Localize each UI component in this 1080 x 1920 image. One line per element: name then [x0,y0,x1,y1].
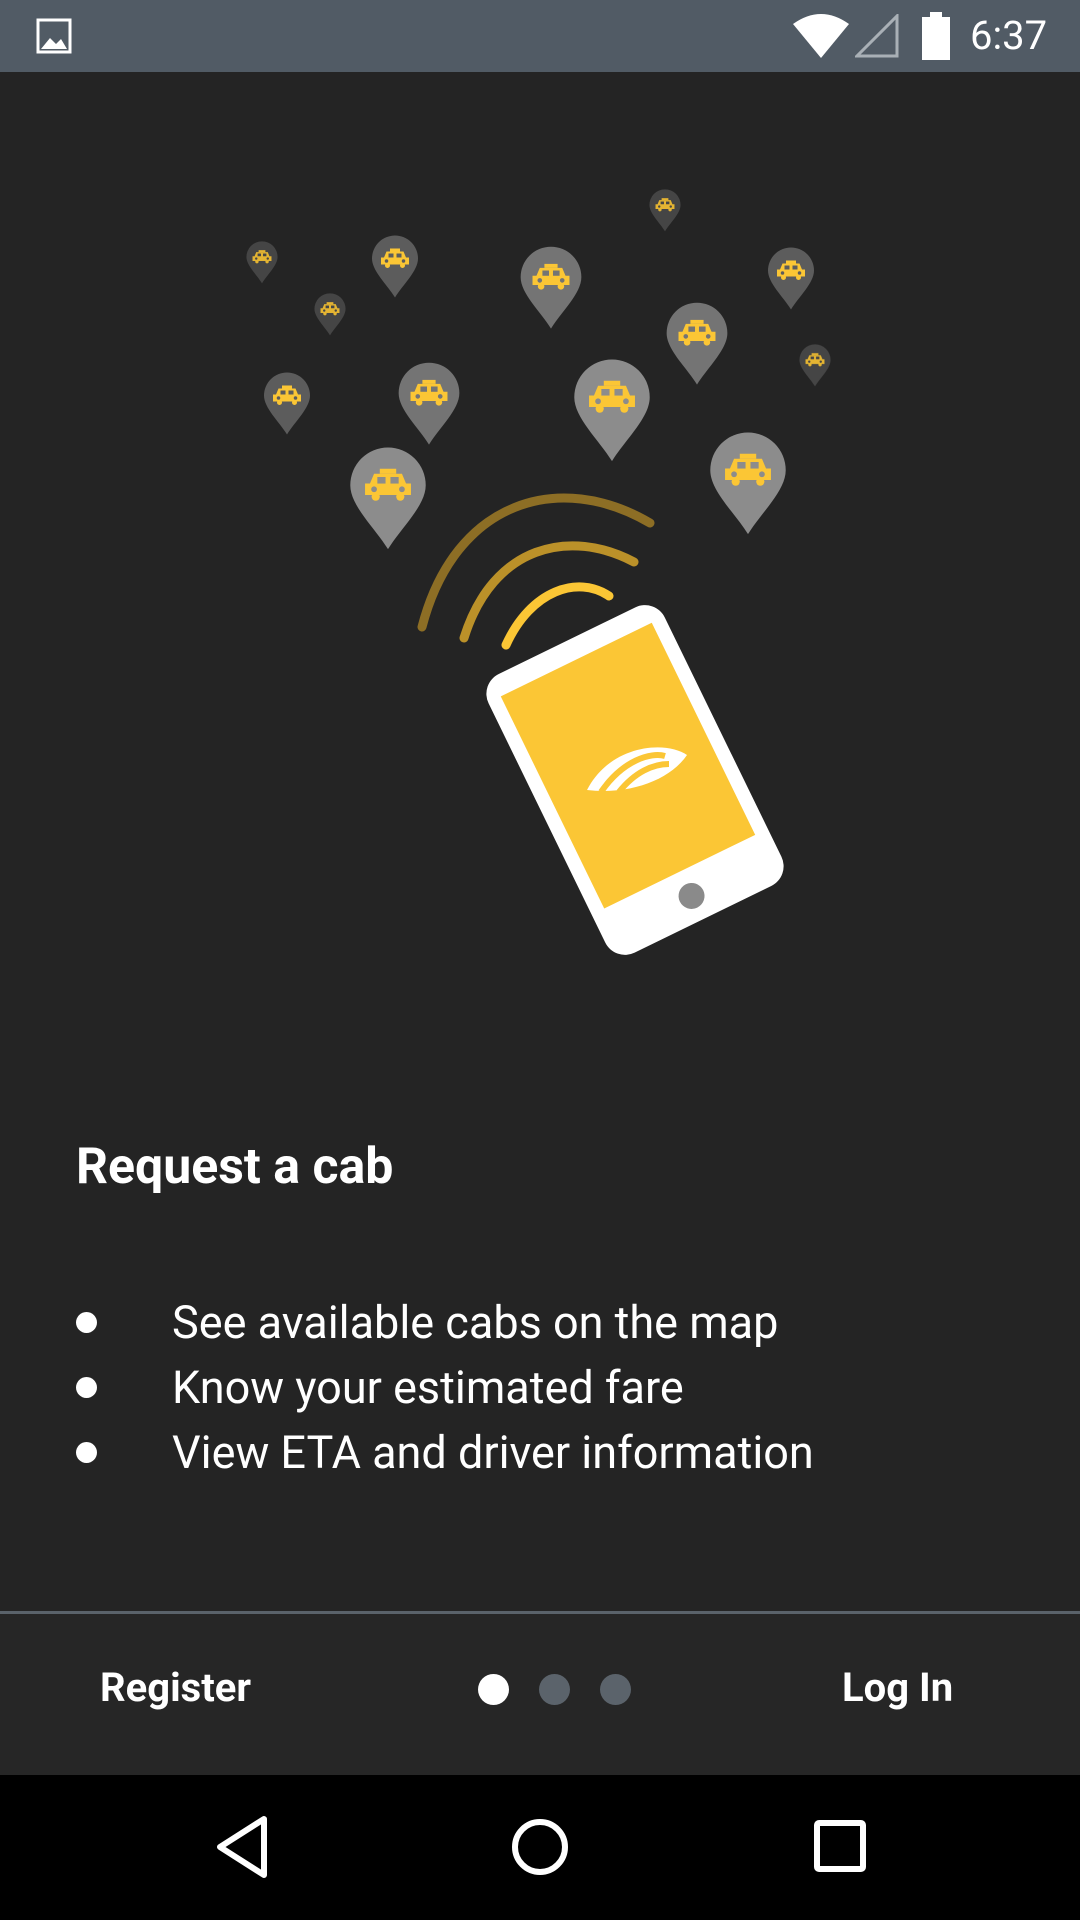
page-title: Request a cab [76,1138,394,1196]
battery-icon [922,12,950,60]
status-bar: 6:37 [0,0,1080,72]
bullet-icon [76,1377,97,1398]
back-icon[interactable] [214,1815,270,1879]
system-nav-bar [0,1775,1080,1920]
phone-icon [486,605,784,955]
app-screen: 6:37 Request a cab See available cabs on… [0,0,1080,1920]
login-button[interactable]: Log In [842,1648,953,1728]
register-button[interactable]: Register [100,1648,251,1728]
wifi-icon [793,14,849,58]
list-item: See available cabs on the map [76,1290,1026,1355]
request-cab-illustration [246,189,831,955]
feature-text: View ETA and driver information [172,1426,814,1479]
bullet-icon [76,1312,97,1333]
list-item: View ETA and driver information [76,1420,1026,1485]
feature-text: See available cabs on the map [172,1296,779,1349]
onboarding-bottom-bar: Register Log In [0,1611,1080,1778]
cab-pin-icon [398,246,728,445]
image-icon [36,18,72,54]
home-icon[interactable] [510,1815,570,1879]
feature-list: See available cabs on the map Know your … [76,1290,1026,1485]
signal-icon [855,14,899,58]
page-dot-active[interactable] [478,1674,509,1705]
feature-text: Know your estimated fare [172,1361,684,1414]
page-dot[interactable] [600,1674,631,1705]
status-time: 6:37 [970,12,1048,59]
recents-icon[interactable] [812,1815,868,1879]
page-dot[interactable] [539,1674,570,1705]
list-item: Know your estimated fare [76,1355,1026,1420]
bullet-icon [76,1442,97,1463]
